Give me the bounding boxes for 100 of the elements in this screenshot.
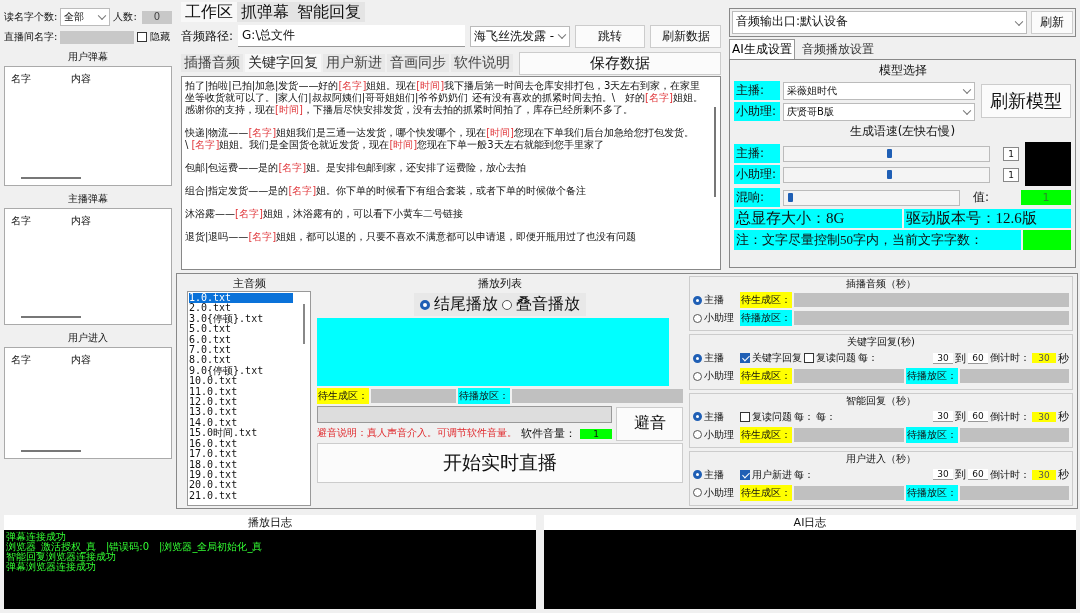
model-select[interactable]: 采薇姐时代 — [783, 81, 975, 100]
reverb-slider[interactable] — [783, 189, 960, 206]
audio-file-item[interactable]: 20.0.txt — [189, 480, 293, 491]
action-button[interactable]: 跳转 — [574, 24, 646, 48]
tab[interactable]: 抓弹幕 — [237, 2, 293, 22]
name-count-select[interactable]: 全部 — [60, 8, 111, 26]
volume-field[interactable]: 1 — [580, 428, 612, 439]
checkbox[interactable] — [804, 353, 814, 364]
audio-file-item[interactable]: 21.0.txt — [189, 490, 293, 502]
audio-file-item[interactable]: 14.0.txt — [189, 417, 293, 429]
tab[interactable]: 软件说明 — [451, 54, 513, 72]
tab[interactable]: AI生成设置 — [729, 39, 795, 59]
model-select[interactable]: 庆贤哥B版 — [783, 102, 975, 121]
list-title: 用户进入 — [67, 331, 109, 345]
checkbox-label: 复读问题 — [816, 351, 856, 366]
to-field[interactable]: 60 — [968, 411, 988, 422]
tab[interactable]: 工作区 — [181, 2, 237, 22]
role-label: 主播 — [704, 293, 725, 307]
radio-button[interactable] — [502, 299, 512, 310]
preview-panel — [1025, 142, 1071, 186]
room-name-field[interactable] — [60, 30, 135, 44]
product-select[interactable]: 海飞丝洗发露 - — [469, 25, 570, 47]
scrollbar[interactable] — [21, 177, 81, 179]
refresh-button[interactable]: 刷新 — [1031, 11, 1073, 34]
role-label: 主播 — [704, 351, 725, 366]
tab[interactable]: 关键字回复 — [245, 54, 321, 72]
slider-thumb[interactable] — [886, 148, 892, 158]
speed-slider[interactable] — [783, 145, 991, 162]
scrollbar[interactable] — [21, 316, 81, 318]
group-title: 智能回复（秒） — [845, 393, 917, 408]
list-box[interactable]: 名字 内容 — [4, 208, 172, 325]
checkbox[interactable] — [740, 411, 750, 422]
speed-slider[interactable] — [783, 166, 991, 183]
radio-button[interactable] — [693, 371, 702, 381]
audio-file-item[interactable]: 19.0.txt — [189, 469, 293, 481]
scrollbar[interactable] — [714, 107, 716, 197]
log-line: 智能回复浏览器连接成功 — [6, 552, 117, 562]
audio-file-item[interactable]: 17.0.txt — [189, 449, 293, 460]
log-line: 弹幕浏览器连接成功 — [6, 562, 96, 572]
radio-button[interactable] — [693, 412, 702, 421]
list-box[interactable]: 名字 内容 — [4, 66, 172, 186]
zone-label: 待生成区： — [740, 368, 792, 385]
output-select[interactable]: 音频输出口:默认设备 — [732, 11, 1027, 34]
audio-file-item[interactable]: 9.0{停顿}.txt — [189, 365, 293, 377]
save-button[interactable]: 保存数据 — [519, 51, 721, 75]
slider-thumb[interactable] — [787, 192, 793, 202]
refresh-model-button[interactable]: 刷新模型 — [981, 84, 1071, 118]
from-field[interactable]: 30 — [933, 469, 953, 481]
scrollbar[interactable] — [21, 450, 81, 452]
from-field[interactable]: 30 — [933, 411, 953, 422]
tab[interactable]: 用户新进 — [323, 54, 385, 72]
zone-label: 待生成区： — [740, 484, 792, 501]
radio-button[interactable] — [693, 295, 702, 305]
zone-label: 待生成区： — [740, 292, 792, 308]
audio-file-item[interactable]: 13.0.txt — [189, 407, 293, 418]
script-editor[interactable] — [181, 76, 721, 270]
radio-button[interactable] — [693, 313, 702, 323]
radio-button[interactable] — [693, 430, 702, 439]
audio-file-item[interactable]: 3.0{停顿}.txt — [189, 313, 293, 325]
to-field[interactable]: 60 — [968, 352, 988, 364]
speed-value: 1 — [1003, 146, 1019, 161]
audio-file-item[interactable]: 11.0.txt — [189, 386, 293, 398]
from-field[interactable]: 30 — [933, 352, 953, 364]
tab[interactable]: 智能回复 — [293, 2, 365, 22]
people-field[interactable]: 0 — [142, 10, 172, 24]
audio-file-item[interactable]: 1.0.txt — [189, 293, 293, 304]
duck-button[interactable]: 避音 — [616, 406, 683, 441]
slider-thumb[interactable] — [886, 169, 892, 179]
speed-value: 1 — [1003, 167, 1019, 182]
radio-button[interactable] — [693, 470, 702, 480]
audio-file-item[interactable]: 8.0.txt — [189, 355, 293, 366]
audio-file-item[interactable]: 18.0.txt — [189, 459, 293, 470]
radio-button[interactable] — [420, 299, 430, 310]
role-label: 小助理 — [704, 311, 735, 325]
audio-file-item[interactable]: 10.0.txt — [189, 376, 293, 387]
start-live-button[interactable]: 开始实时直播 — [317, 443, 683, 483]
radio-button[interactable] — [693, 488, 702, 498]
audio-file-item[interactable]: 12.0.txt — [189, 397, 293, 408]
checkbox[interactable] — [740, 353, 750, 364]
tab[interactable]: 音频播放设置 — [798, 39, 877, 59]
to-field[interactable]: 60 — [968, 469, 988, 481]
checkbox[interactable] — [740, 469, 750, 480]
radio-button[interactable] — [693, 353, 702, 363]
list-title: 主音频 — [231, 276, 267, 291]
scrollbar[interactable] — [303, 304, 305, 344]
audio-file-item[interactable]: 2.0.txt — [189, 303, 293, 314]
audio-file-item[interactable]: 6.0.txt — [189, 334, 293, 346]
tab[interactable]: 插播音频 — [181, 54, 243, 72]
group-title: 关键字回复(秒) — [846, 335, 916, 350]
path-field[interactable]: G:\总文件 — [238, 25, 465, 47]
audio-file-item[interactable]: 16.0.txt — [189, 438, 293, 450]
audio-list[interactable]: 1.0.txt 2.0.txt 3.0{停顿}.txt 5.0.txt 6.0.txt 7.0.txt 8.0.txt 9.0{停顿}.txt 10.0.txt 11.0.txt 12.0.txt 13.0.txt 14.0.txt 15.0时间.txt 16.0.txt 17.0.txt 18.0.txt 19.0.txt 20.0.txt 21.0.txt — [187, 291, 311, 506]
audio-file-item[interactable]: 5.0.txt — [189, 324, 293, 335]
list-box[interactable]: 名字 内容 — [4, 347, 172, 459]
hide-checkbox[interactable] — [137, 32, 148, 42]
action-button[interactable]: 刷新数据 — [650, 24, 721, 48]
tab[interactable]: 音画同步 — [387, 54, 449, 72]
audio-file-item[interactable]: 7.0.txt — [189, 345, 293, 356]
audio-file-item[interactable]: 15.0时间.txt — [189, 428, 293, 439]
every-label: 每： — [816, 409, 836, 424]
